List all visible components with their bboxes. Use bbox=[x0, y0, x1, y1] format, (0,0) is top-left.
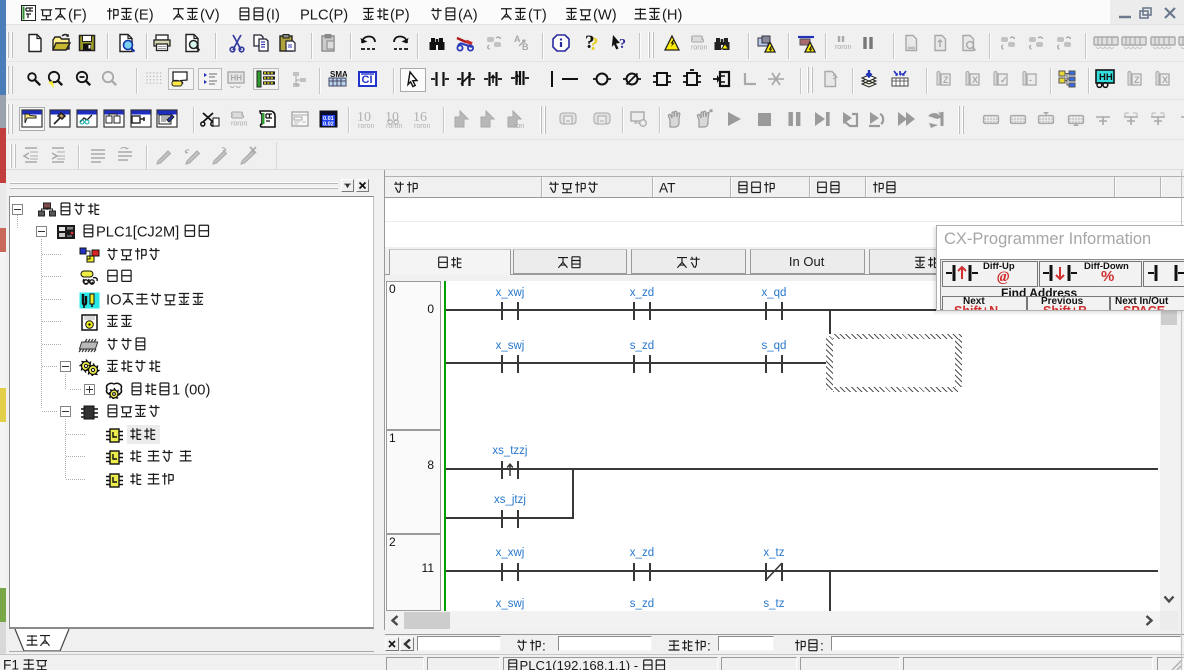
svg-text:CI: CI bbox=[362, 74, 373, 86]
svg-text:(F): (F) bbox=[68, 8, 87, 24]
svg-text:(I): (I) bbox=[266, 8, 280, 24]
svg-text:IO: IO bbox=[106, 293, 122, 309]
svg-text:ron: ron bbox=[514, 123, 524, 129]
svg-text:PLC1[CJ2M]: PLC1[CJ2M] bbox=[96, 225, 179, 241]
svg-text:0.02: 0.02 bbox=[323, 122, 334, 128]
svg-text:(E): (E) bbox=[134, 8, 154, 24]
svg-text:roron: roron bbox=[691, 45, 707, 52]
svg-text:(H): (H) bbox=[662, 8, 682, 24]
svg-text:PLC(P): PLC(P) bbox=[300, 8, 348, 24]
svg-text:roron: roron bbox=[358, 123, 374, 129]
svg-text::: : bbox=[542, 639, 546, 654]
svg-text:(A): (A) bbox=[458, 8, 478, 24]
svg-text:roron: roron bbox=[835, 44, 851, 51]
svg-text:(W): (W) bbox=[593, 8, 617, 24]
svg-text:✓: ✓ bbox=[1000, 75, 1008, 85]
svg-text:X: X bbox=[972, 75, 978, 85]
svg-text:HH: HH bbox=[231, 74, 243, 83]
svg-text:AT: AT bbox=[659, 181, 676, 196]
svg-text::: : bbox=[707, 639, 711, 654]
svg-text:roron: roron bbox=[414, 123, 430, 129]
svg-text:A: A bbox=[514, 34, 521, 44]
svg-text:PLC1(192.168.1.1) -: PLC1(192.168.1.1) - bbox=[520, 658, 639, 670]
svg-text:?: ? bbox=[585, 33, 595, 53]
svg-text::: : bbox=[820, 639, 824, 654]
svg-text:HH: HH bbox=[1099, 72, 1113, 83]
svg-text:Z: Z bbox=[943, 75, 949, 85]
svg-text:(V): (V) bbox=[200, 8, 220, 24]
svg-text:(T): (T) bbox=[528, 8, 547, 24]
svg-text:X: X bbox=[1162, 75, 1168, 85]
svg-text:F1: F1 bbox=[3, 658, 19, 670]
svg-text:-: - bbox=[1029, 75, 1032, 85]
svg-text:?: ? bbox=[619, 37, 626, 52]
svg-text:1 (00): 1 (00) bbox=[172, 383, 210, 399]
svg-text:(P): (P) bbox=[390, 8, 410, 24]
svg-text:roron: roron bbox=[231, 121, 247, 128]
svg-text:Z: Z bbox=[1134, 75, 1140, 85]
svg-text:B: B bbox=[522, 42, 529, 52]
